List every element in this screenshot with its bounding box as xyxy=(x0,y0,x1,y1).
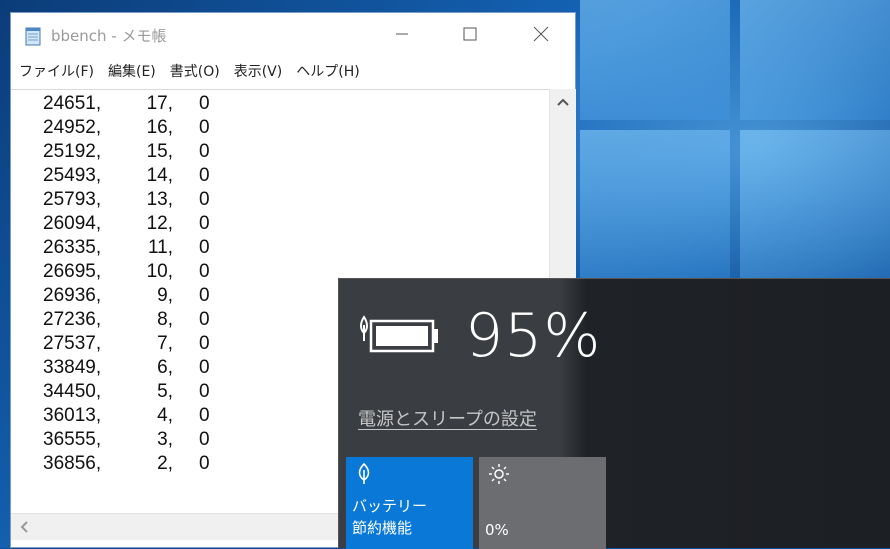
text-line-field-2: 12, xyxy=(146,213,173,234)
menu-bar: ファイル(F) 編集(E) 書式(O) 表示(V) ヘルプ(H) xyxy=(11,57,575,85)
text-line: 36856, 2, 0 xyxy=(43,452,233,476)
close-button[interactable] xyxy=(518,19,564,49)
text-line-field-3: 0 xyxy=(199,333,210,354)
text-line-field-2: 7, xyxy=(157,333,173,354)
text-line-field-1: 24952, xyxy=(43,117,102,138)
text-line-field-3: 0 xyxy=(199,213,210,234)
text-line-field-2: 13, xyxy=(146,189,173,210)
window-title: bbench - メモ帳 xyxy=(51,27,167,45)
notepad-icon xyxy=(25,27,41,46)
text-line-field-2: 8, xyxy=(157,309,173,330)
text-line: 26094, 12, 0 xyxy=(43,212,233,236)
battery-saver-label-line2: 節約機能 xyxy=(352,519,413,537)
battery-saver-leaf-icon xyxy=(358,463,370,484)
text-line-field-3: 0 xyxy=(199,141,210,162)
maximize-icon xyxy=(463,27,477,41)
text-line-field-2: 3, xyxy=(157,429,173,450)
text-line-field-3: 0 xyxy=(199,357,210,378)
text-line-field-2: 6, xyxy=(157,357,173,378)
text-line-field-2: 14, xyxy=(146,165,173,186)
menu-edit[interactable]: 編集(E) xyxy=(108,61,156,81)
menu-file[interactable]: ファイル(F) xyxy=(19,61,94,81)
text-line-field-3: 0 xyxy=(199,381,210,402)
text-line-field-3: 0 xyxy=(199,93,210,114)
text-line-field-3: 0 xyxy=(199,237,210,258)
text-line: 26695, 10, 0 xyxy=(43,260,233,284)
text-line: 24952, 16, 0 xyxy=(43,116,233,140)
battery-saver-tile[interactable]: バッテリー 節約機能 xyxy=(346,457,473,549)
brightness-value: 0% xyxy=(485,521,509,539)
text-line-field-2: 5, xyxy=(157,381,173,402)
title-bar[interactable]: bbench - メモ帳 xyxy=(11,13,575,57)
text-line-field-3: 0 xyxy=(199,117,210,138)
menu-help[interactable]: ヘルプ(H) xyxy=(296,61,359,81)
text-line-field-1: 36555, xyxy=(43,429,102,450)
menu-view[interactable]: 表示(V) xyxy=(234,61,283,81)
menu-format[interactable]: 書式(O) xyxy=(170,61,220,81)
text-line-field-1: 33849, xyxy=(43,357,102,378)
text-line-field-2: 10, xyxy=(146,261,173,282)
text-line: 25192, 15, 0 xyxy=(43,140,233,164)
text-line-field-1: 36013, xyxy=(43,405,102,426)
windows-logo-wallpaper xyxy=(580,0,890,280)
minimize-icon xyxy=(396,33,408,35)
text-line-field-1: 26936, xyxy=(43,285,102,306)
battery-saver-label-line1: バッテリー xyxy=(352,497,428,515)
text-line-field-1: 24651, xyxy=(43,93,102,114)
text-line-field-1: 26094, xyxy=(43,213,102,234)
text-line-field-3: 0 xyxy=(199,429,210,450)
text-line-field-2: 17, xyxy=(146,93,173,114)
text-line-field-1: 26335, xyxy=(43,237,102,258)
text-line-field-1: 25493, xyxy=(43,165,102,186)
text-line-field-2: 9, xyxy=(157,285,173,306)
text-line: 26936, 9, 0 xyxy=(43,284,233,308)
battery-percent: 95% xyxy=(465,301,602,371)
scroll-up-icon[interactable] xyxy=(557,97,569,107)
text-line-field-3: 0 xyxy=(199,453,210,474)
text-line-field-3: 0 xyxy=(199,309,210,330)
text-line: 24651, 17, 0 xyxy=(43,92,233,116)
text-line: 36013, 4, 0 xyxy=(43,404,233,428)
text-line-field-3: 0 xyxy=(199,189,210,210)
battery-flyout: 95% 電源とスリープの設定 バッテリー 節約機能 0% xyxy=(338,278,890,549)
text-line-field-1: 34450, xyxy=(43,381,102,402)
text-line-field-3: 0 xyxy=(199,261,210,282)
text-line-field-2: 16, xyxy=(146,117,173,138)
text-line-field-2: 2, xyxy=(157,453,173,474)
text-line: 25493, 14, 0 xyxy=(43,164,233,188)
scroll-left-icon[interactable] xyxy=(19,521,29,533)
text-line-field-1: 26695, xyxy=(43,261,102,282)
text-line-field-2: 11, xyxy=(147,237,173,258)
text-line-field-2: 15, xyxy=(146,141,173,162)
text-line-field-3: 0 xyxy=(199,405,210,426)
text-line: 27537, 7, 0 xyxy=(43,332,233,356)
brightness-tile[interactable]: 0% xyxy=(479,457,606,549)
minimize-button[interactable] xyxy=(379,19,425,49)
text-line: 25793, 13, 0 xyxy=(43,188,233,212)
text-line-field-3: 0 xyxy=(199,165,210,186)
text-line: 33849, 6, 0 xyxy=(43,356,233,380)
text-lines: 24651, 17, 0 24952, 16, 0 25192, 15, 0 25493, 14, 0… xyxy=(43,92,233,476)
text-line-field-3: 0 xyxy=(199,285,210,306)
text-line: 27236, 8, 0 xyxy=(43,308,233,332)
text-line-field-1: 36856, xyxy=(43,453,102,474)
text-line-field-1: 27236, xyxy=(43,309,102,330)
text-line-field-2: 4, xyxy=(157,405,173,426)
power-sleep-settings-link[interactable]: 電源とスリープの設定 xyxy=(358,405,537,431)
sun-icon xyxy=(489,464,509,484)
text-line: 36555, 3, 0 xyxy=(43,428,233,452)
battery-saver-label: バッテリー 節約機能 xyxy=(352,495,427,539)
text-line: 26335, 11, 0 xyxy=(43,236,233,260)
text-line-field-1: 25192, xyxy=(43,141,102,162)
battery-charging-icon xyxy=(360,315,438,353)
text-line: 34450, 5, 0 xyxy=(43,380,233,404)
maximize-button[interactable] xyxy=(447,19,493,49)
text-line-field-1: 27537, xyxy=(43,333,102,354)
close-icon xyxy=(533,26,549,42)
text-line-field-1: 25793, xyxy=(43,189,102,210)
